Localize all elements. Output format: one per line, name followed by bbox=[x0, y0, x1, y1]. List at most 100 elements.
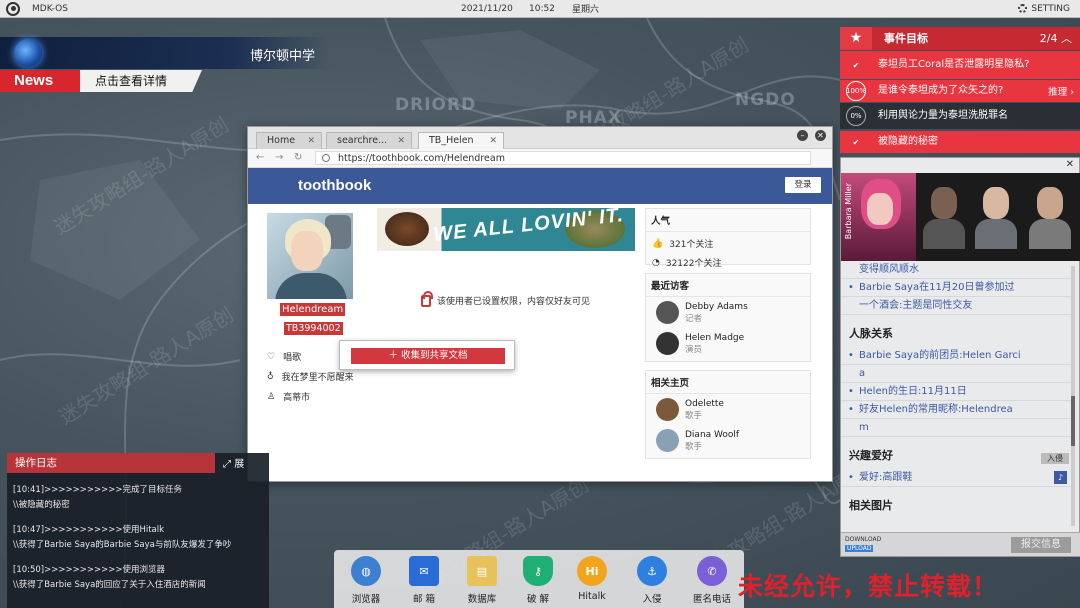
map-label: DRIORD bbox=[395, 95, 477, 115]
app-label: 匿名电话 bbox=[692, 594, 731, 605]
app-mail[interactable]: ✉ 邮 箱 bbox=[402, 556, 446, 605]
likes-row: 👍 321个关注 bbox=[646, 232, 810, 252]
login-button[interactable]: 登录 bbox=[785, 177, 821, 193]
related-item[interactable]: Diana Woolf 歌手 bbox=[646, 425, 810, 456]
collect-to-shared-doc-button[interactable]: ＋ 收集到共享文档 bbox=[351, 348, 505, 364]
portrait[interactable] bbox=[973, 179, 1019, 249]
hook-icon[interactable]: ♪ bbox=[1054, 471, 1067, 484]
globe-icon bbox=[14, 39, 42, 67]
map-label: PHAX bbox=[565, 108, 622, 128]
database-icon: ▤ bbox=[467, 556, 497, 586]
portrait[interactable] bbox=[921, 179, 967, 249]
copyright-notice: 未经允许，禁止转载！ bbox=[738, 572, 999, 601]
log-entry: [10:41]>>>>>>>>>>>完成了目标任务 bbox=[13, 485, 182, 495]
mission-panel: ★ 事件目标 2/4 ︿ ✔ 泰坦员工Coral是否泄露明星隐私? 100% 是… bbox=[840, 27, 1080, 153]
visitor-item[interactable]: Helen Madge 演员 bbox=[646, 328, 810, 359]
note-line: Barbie Saya在11月20日曾参加过 bbox=[841, 279, 1071, 297]
log-entry: \\被隐藏的秘密 bbox=[13, 500, 70, 510]
mission-header[interactable]: ★ 事件目标 2/4 ︿ bbox=[840, 27, 1080, 50]
dock: ◍ 浏览器 ✉ 邮 箱 ▤ 数据库 ⚷ 破 解 Hi Hitalk ⚓ 入侵 ✆… bbox=[334, 550, 744, 608]
close-icon[interactable]: ✕ bbox=[397, 133, 405, 149]
ad-banner[interactable]: WE ALL LOVIN' IT. bbox=[377, 208, 635, 251]
tab-label: searchre... bbox=[337, 135, 388, 146]
forward-icon[interactable]: → bbox=[275, 152, 283, 163]
close-icon[interactable]: ✕ bbox=[307, 133, 315, 149]
profile-id[interactable]: TB3994002 bbox=[284, 322, 343, 335]
mission-item[interactable]: ✔ 泰坦员工Coral是否泄露明星隐私? bbox=[840, 51, 1080, 79]
privacy-text: 该使用者已设置权限，内容仅好友可见 bbox=[437, 297, 591, 307]
profile-content: Helendream TB3994002 ♡ 唱歌 ♁ 我在梦里不愿醒来 ♙ 高… bbox=[248, 204, 832, 481]
info-text: 我在梦里不愿醒来 bbox=[281, 373, 354, 383]
app-crack[interactable]: ⚷ 破 解 bbox=[516, 556, 560, 605]
close-icon[interactable]: ✕ bbox=[489, 133, 497, 149]
followers-row: ◔ 32122个关注 bbox=[646, 252, 810, 271]
app-hitalk[interactable]: Hi Hitalk bbox=[570, 556, 614, 602]
search-icon bbox=[322, 154, 330, 162]
mission-item[interactable]: 100% 是谁令泰坦成为了众矢之的? 推理 › bbox=[840, 80, 1080, 102]
close-window-button[interactable]: ✕ bbox=[815, 130, 826, 141]
section-title: 相关图片 bbox=[849, 499, 893, 512]
operation-log: 操作日志 ⤢ 展 [10:41]>>>>>>>>>>>完成了目标任务 \\被隐藏… bbox=[7, 453, 269, 608]
url-input[interactable]: https://toothbook.com/Helendream bbox=[315, 151, 811, 165]
related-item[interactable]: Odelette 歌手 bbox=[646, 394, 810, 425]
avatar bbox=[656, 301, 679, 324]
avatar bbox=[656, 429, 679, 452]
app-intrude[interactable]: ⚓ 入侵 bbox=[630, 556, 674, 605]
food-image bbox=[385, 212, 429, 246]
system-top-bar: MDK-OS 2021/11/20 10:52 星期六 SETTING bbox=[0, 0, 1080, 18]
portrait[interactable] bbox=[1027, 179, 1073, 249]
reason-link[interactable]: 推理 › bbox=[1048, 84, 1080, 98]
tab-tb-helen[interactable]: TB_Helen ✕ bbox=[418, 132, 504, 149]
back-icon[interactable]: ← bbox=[256, 152, 264, 163]
clock: 10:52 bbox=[529, 3, 555, 14]
hitalk-icon: Hi bbox=[577, 556, 607, 586]
app-label: Hitalk bbox=[578, 591, 606, 602]
setting-label: SETTING bbox=[1031, 3, 1070, 14]
related-role: 歌手 bbox=[685, 441, 703, 452]
log-entry: [10:47]>>>>>>>>>>>使用Hitalk bbox=[13, 525, 165, 535]
refresh-icon[interactable]: ↻ bbox=[294, 152, 302, 163]
hook-icon: ⚓ bbox=[637, 556, 667, 586]
browser-window: Home ✕ searchre... ✕ TB_Helen ✕ – ✕ ← → … bbox=[247, 126, 833, 482]
mission-progress: 2/4 ︿ bbox=[1039, 32, 1072, 45]
submit-info-button[interactable]: 报交信息 bbox=[1011, 537, 1071, 553]
setting-button[interactable]: SETTING bbox=[1018, 4, 1070, 14]
scrollbar[interactable] bbox=[1071, 266, 1075, 526]
shield-icon: ⚷ bbox=[523, 556, 553, 586]
button-label: 收集到共享文档 bbox=[401, 350, 468, 361]
profile-avatar bbox=[267, 213, 353, 299]
minimize-button[interactable]: – bbox=[797, 130, 808, 141]
visitor-item[interactable]: Debby Adams 记者 bbox=[646, 297, 810, 328]
news-detail-button[interactable]: 点击查看详情 bbox=[80, 70, 202, 92]
profile-name[interactable]: Helendream bbox=[280, 303, 346, 316]
os-logo-icon bbox=[6, 1, 20, 16]
popularity-panel: 人气 👍 321个关注 ◔ 32122个关注 bbox=[645, 208, 811, 269]
panel-title: 相关主页 bbox=[646, 371, 810, 394]
privacy-notice: 该使用者已设置权限，内容仅好友可见 bbox=[421, 290, 591, 307]
visitor-name: Helen Madge bbox=[685, 332, 745, 343]
panel-title: 最近访客 bbox=[646, 274, 810, 297]
news-ticker: 博尔顿中学 News 点击查看详情 bbox=[0, 37, 330, 93]
mission-text: 泰坦员工Coral是否泄露明星隐私? bbox=[878, 59, 1030, 70]
app-database[interactable]: ▤ 数据库 bbox=[460, 556, 504, 605]
status: 100% bbox=[840, 81, 872, 101]
close-icon[interactable]: ✕ bbox=[1066, 159, 1074, 170]
app-label: 浏览器 bbox=[351, 594, 381, 605]
app-browser[interactable]: ◍ 浏览器 bbox=[344, 556, 388, 605]
tab-searchresult[interactable]: searchre... ✕ bbox=[326, 132, 412, 149]
app-anonymous-phone[interactable]: ✆ 匿名电话 bbox=[690, 556, 734, 605]
portrait-selected[interactable]: Barbara Miller bbox=[841, 173, 916, 261]
check-icon: ✔ bbox=[852, 137, 860, 147]
log-entry: \\获得了Barbie Saya的Barbie Saya与前队友爆发了争吵 bbox=[13, 540, 232, 550]
mission-item[interactable]: 0% 利用舆论力量为泰坦洗脱罪名 bbox=[840, 103, 1080, 129]
tab-home[interactable]: Home ✕ bbox=[256, 132, 322, 149]
star-icon: ★ bbox=[840, 27, 872, 50]
mission-item[interactable]: ✔ 被隐藏的秘密 bbox=[840, 131, 1080, 153]
expand-button[interactable]: ⤢ 展 bbox=[223, 455, 244, 470]
visitor-name: Debby Adams bbox=[685, 301, 748, 312]
person-icon: ♙ bbox=[267, 391, 276, 402]
section-title: 人脉关系 bbox=[849, 327, 893, 340]
news-tag: News bbox=[0, 70, 80, 92]
visitor-role: 记者 bbox=[685, 313, 703, 324]
app-label: 破 解 bbox=[526, 594, 550, 605]
